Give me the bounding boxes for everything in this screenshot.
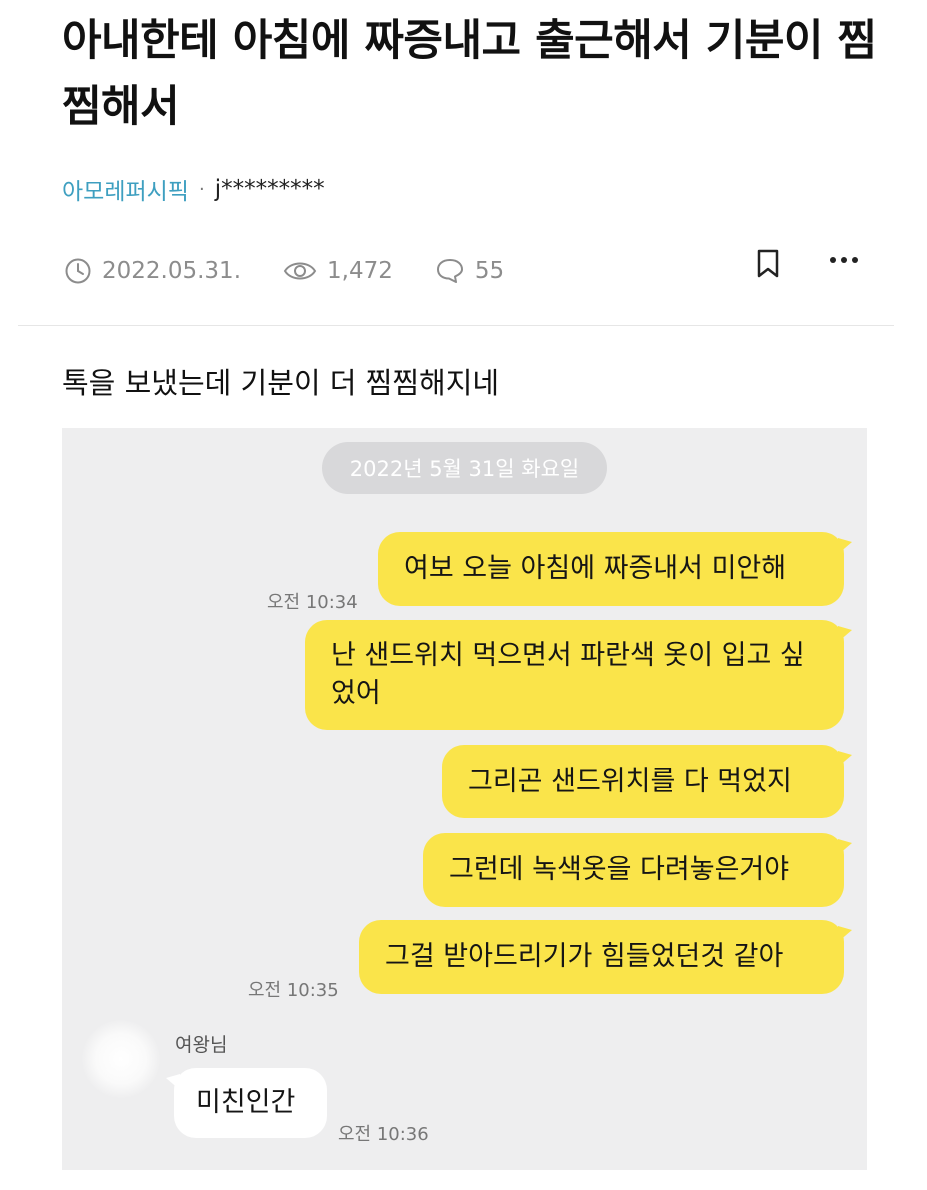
post-views: 1,472 [283,258,393,284]
post-date: 2022.05.31. [64,257,241,285]
divider [18,325,894,326]
avatar [82,1020,160,1098]
chat-bubble: 그리곤 샌드위치를 다 먹었지 [442,745,852,818]
board-link[interactable]: 아모레퍼시픽 [62,172,189,206]
post-comments-count: 55 [474,258,505,284]
speech-bubble-icon [436,259,463,283]
author-name: j********* [214,176,325,202]
post-date-text: 2022.05.31. [102,258,241,284]
eye-icon [283,262,317,280]
post-meta: 2022.05.31. 1,472 55 [64,252,546,290]
chat-bubble: 난 샌드위치 먹으면서 파란색 옷이 입고 싶었어 [305,620,852,730]
author-row: 아모레퍼시픽 · j********* [62,172,325,206]
chat-date-pill: 2022년 5월 31일 화요일 [322,442,607,494]
post-views-count: 1,472 [327,258,393,284]
chat-bubble: 그걸 받아드리기가 힘들었던것 같아 [359,920,852,994]
post-title: 아내한테 아침에 짜증내고 출근해서 기분이 찜찜해서 [62,16,877,132]
chat-bubble: 여보 오늘 아침에 짜증내서 미안해 [378,532,852,606]
clock-icon [65,258,91,284]
bookmark-icon [757,249,779,278]
reply-sender-name: 여왕님 [175,1034,228,1056]
separator: · [198,178,205,200]
bookmark-button[interactable] [752,246,784,282]
post-body: 톡을 보냈는데 기분이 더 찜찜해지네 [62,366,500,400]
message-time: 오전 10:34 [267,592,358,613]
post-comments[interactable]: 55 [435,257,504,285]
more-button[interactable] [826,246,862,274]
message-time: 오전 10:36 [338,1124,429,1145]
reply-bubble: 미친인간 [166,1068,327,1138]
more-dots-icon [830,257,858,263]
message-time: 오전 10:35 [248,980,339,1001]
chat-bubble: 그런데 녹색옷을 다려놓은거야 [423,833,852,907]
chat-screenshot: 2022년 5월 31일 화요일 오전 10:34 여보 오늘 아침에 짜증내서… [62,428,867,1170]
